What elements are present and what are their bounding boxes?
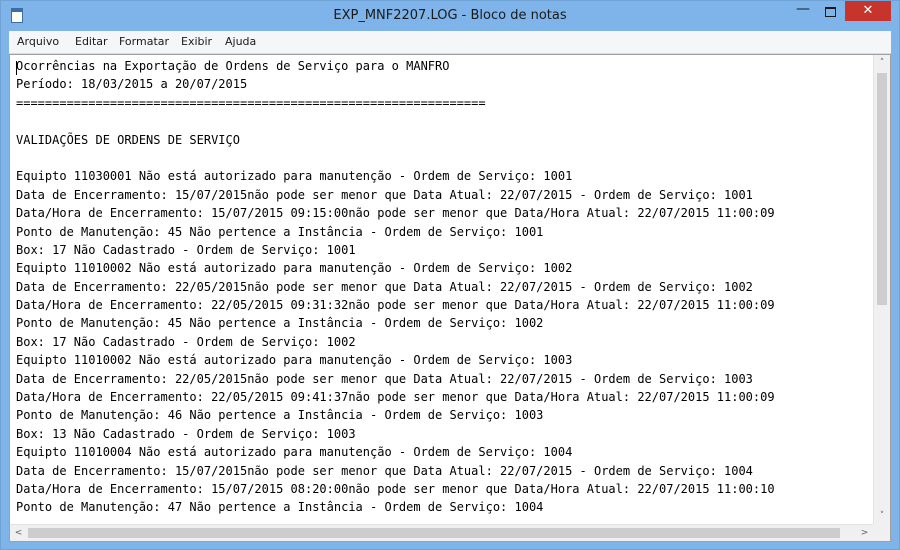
scroll-left-arrow-icon[interactable]: <	[10, 525, 27, 541]
scroll-right-arrow-icon[interactable]: >	[856, 525, 873, 541]
menu-formatar[interactable]: Formatar	[119, 35, 169, 48]
document-line: Box: 17 Não Cadastrado - Ordem de Serviç…	[16, 242, 356, 257]
document-line: Box: 13 Não Cadastrado - Ordem de Serviç…	[16, 426, 356, 441]
scroll-down-arrow-icon[interactable]: ˅	[874, 508, 890, 525]
menu-arquivo[interactable]: Arquivo	[17, 35, 59, 48]
document-text[interactable]: Ocorrências na Exportação de Ordens de S…	[16, 57, 871, 522]
document-line: Equipto 11030001 Não está autorizado par…	[16, 169, 573, 184]
vertical-scrollbar[interactable]: ˄ ˅	[873, 55, 890, 525]
document-line: Ponto de Manutenção: 46 Não pertence a I…	[16, 408, 544, 423]
horizontal-scrollbar[interactable]: < >	[10, 524, 873, 541]
scrollbar-corner	[873, 524, 890, 541]
document-line: Data de Encerramento: 22/05/2015não pode…	[16, 371, 753, 386]
text-editor[interactable]: Ocorrências na Exportação de Ordens de S…	[9, 54, 891, 542]
document-line: Ponto de Manutenção: 45 Não pertence a I…	[16, 316, 544, 331]
document-line: Box: 17 Não Cadastrado - Ordem de Serviç…	[16, 334, 356, 349]
menu-ajuda[interactable]: Ajuda	[225, 35, 256, 48]
document-line: Ponto de Manutenção: 45 Não pertence a I…	[16, 224, 544, 239]
document-line: Data/Hora de Encerramento: 22/05/2015 09…	[16, 390, 775, 405]
horizontal-scroll-thumb[interactable]	[28, 528, 840, 538]
document-line: Equipto 11010002 Não está autorizado par…	[16, 353, 573, 368]
document-line	[16, 112, 871, 130]
menu-editar[interactable]: Editar	[75, 35, 108, 48]
maximize-icon	[825, 7, 836, 17]
vertical-scroll-thumb[interactable]	[877, 73, 887, 305]
maximize-button[interactable]	[816, 1, 843, 21]
document-line: Equipto 11010004 Não está autorizado par…	[16, 445, 573, 460]
document-line	[16, 149, 871, 167]
document-line: Ponto de Manutenção: 47 Não pertence a I…	[16, 500, 544, 515]
document-line: Data de Encerramento: 22/05/2015não pode…	[16, 279, 753, 294]
text-caret	[16, 61, 17, 75]
title-bar[interactable]: EXP_MNF2207.LOG - Bloco de notas — ✕	[1, 1, 899, 31]
document-line: Data de Encerramento: 15/07/2015não pode…	[16, 187, 753, 202]
notepad-window: EXP_MNF2207.LOG - Bloco de notas — ✕ Arq…	[0, 0, 900, 550]
document-line: Data/Hora de Encerramento: 15/07/2015 08…	[16, 481, 775, 496]
document-line: ========================================…	[16, 95, 486, 110]
window-title: EXP_MNF2207.LOG - Bloco de notas	[333, 8, 567, 23]
menu-bar: Arquivo Editar Formatar Exibir Ajuda	[9, 31, 891, 54]
document-line: Equipto 11010002 Não está autorizado par…	[16, 261, 573, 276]
menu-exibir[interactable]: Exibir	[181, 35, 212, 48]
document-line: Período: 18/03/2015 a 20/07/2015	[16, 77, 248, 92]
document-line: VALIDAÇÕES DE ORDENS DE SERVIÇO	[16, 132, 240, 147]
close-button[interactable]: ✕	[845, 1, 891, 21]
document-line: Ocorrências na Exportação de Ordens de S…	[16, 59, 450, 73]
document-line: Data de Encerramento: 15/07/2015não pode…	[16, 463, 753, 478]
scroll-up-arrow-icon[interactable]: ˄	[874, 55, 890, 72]
document-line: Data/Hora de Encerramento: 22/05/2015 09…	[16, 298, 775, 313]
document-line: Data/Hora de Encerramento: 15/07/2015 09…	[16, 206, 775, 221]
minimize-button[interactable]: —	[790, 1, 816, 21]
